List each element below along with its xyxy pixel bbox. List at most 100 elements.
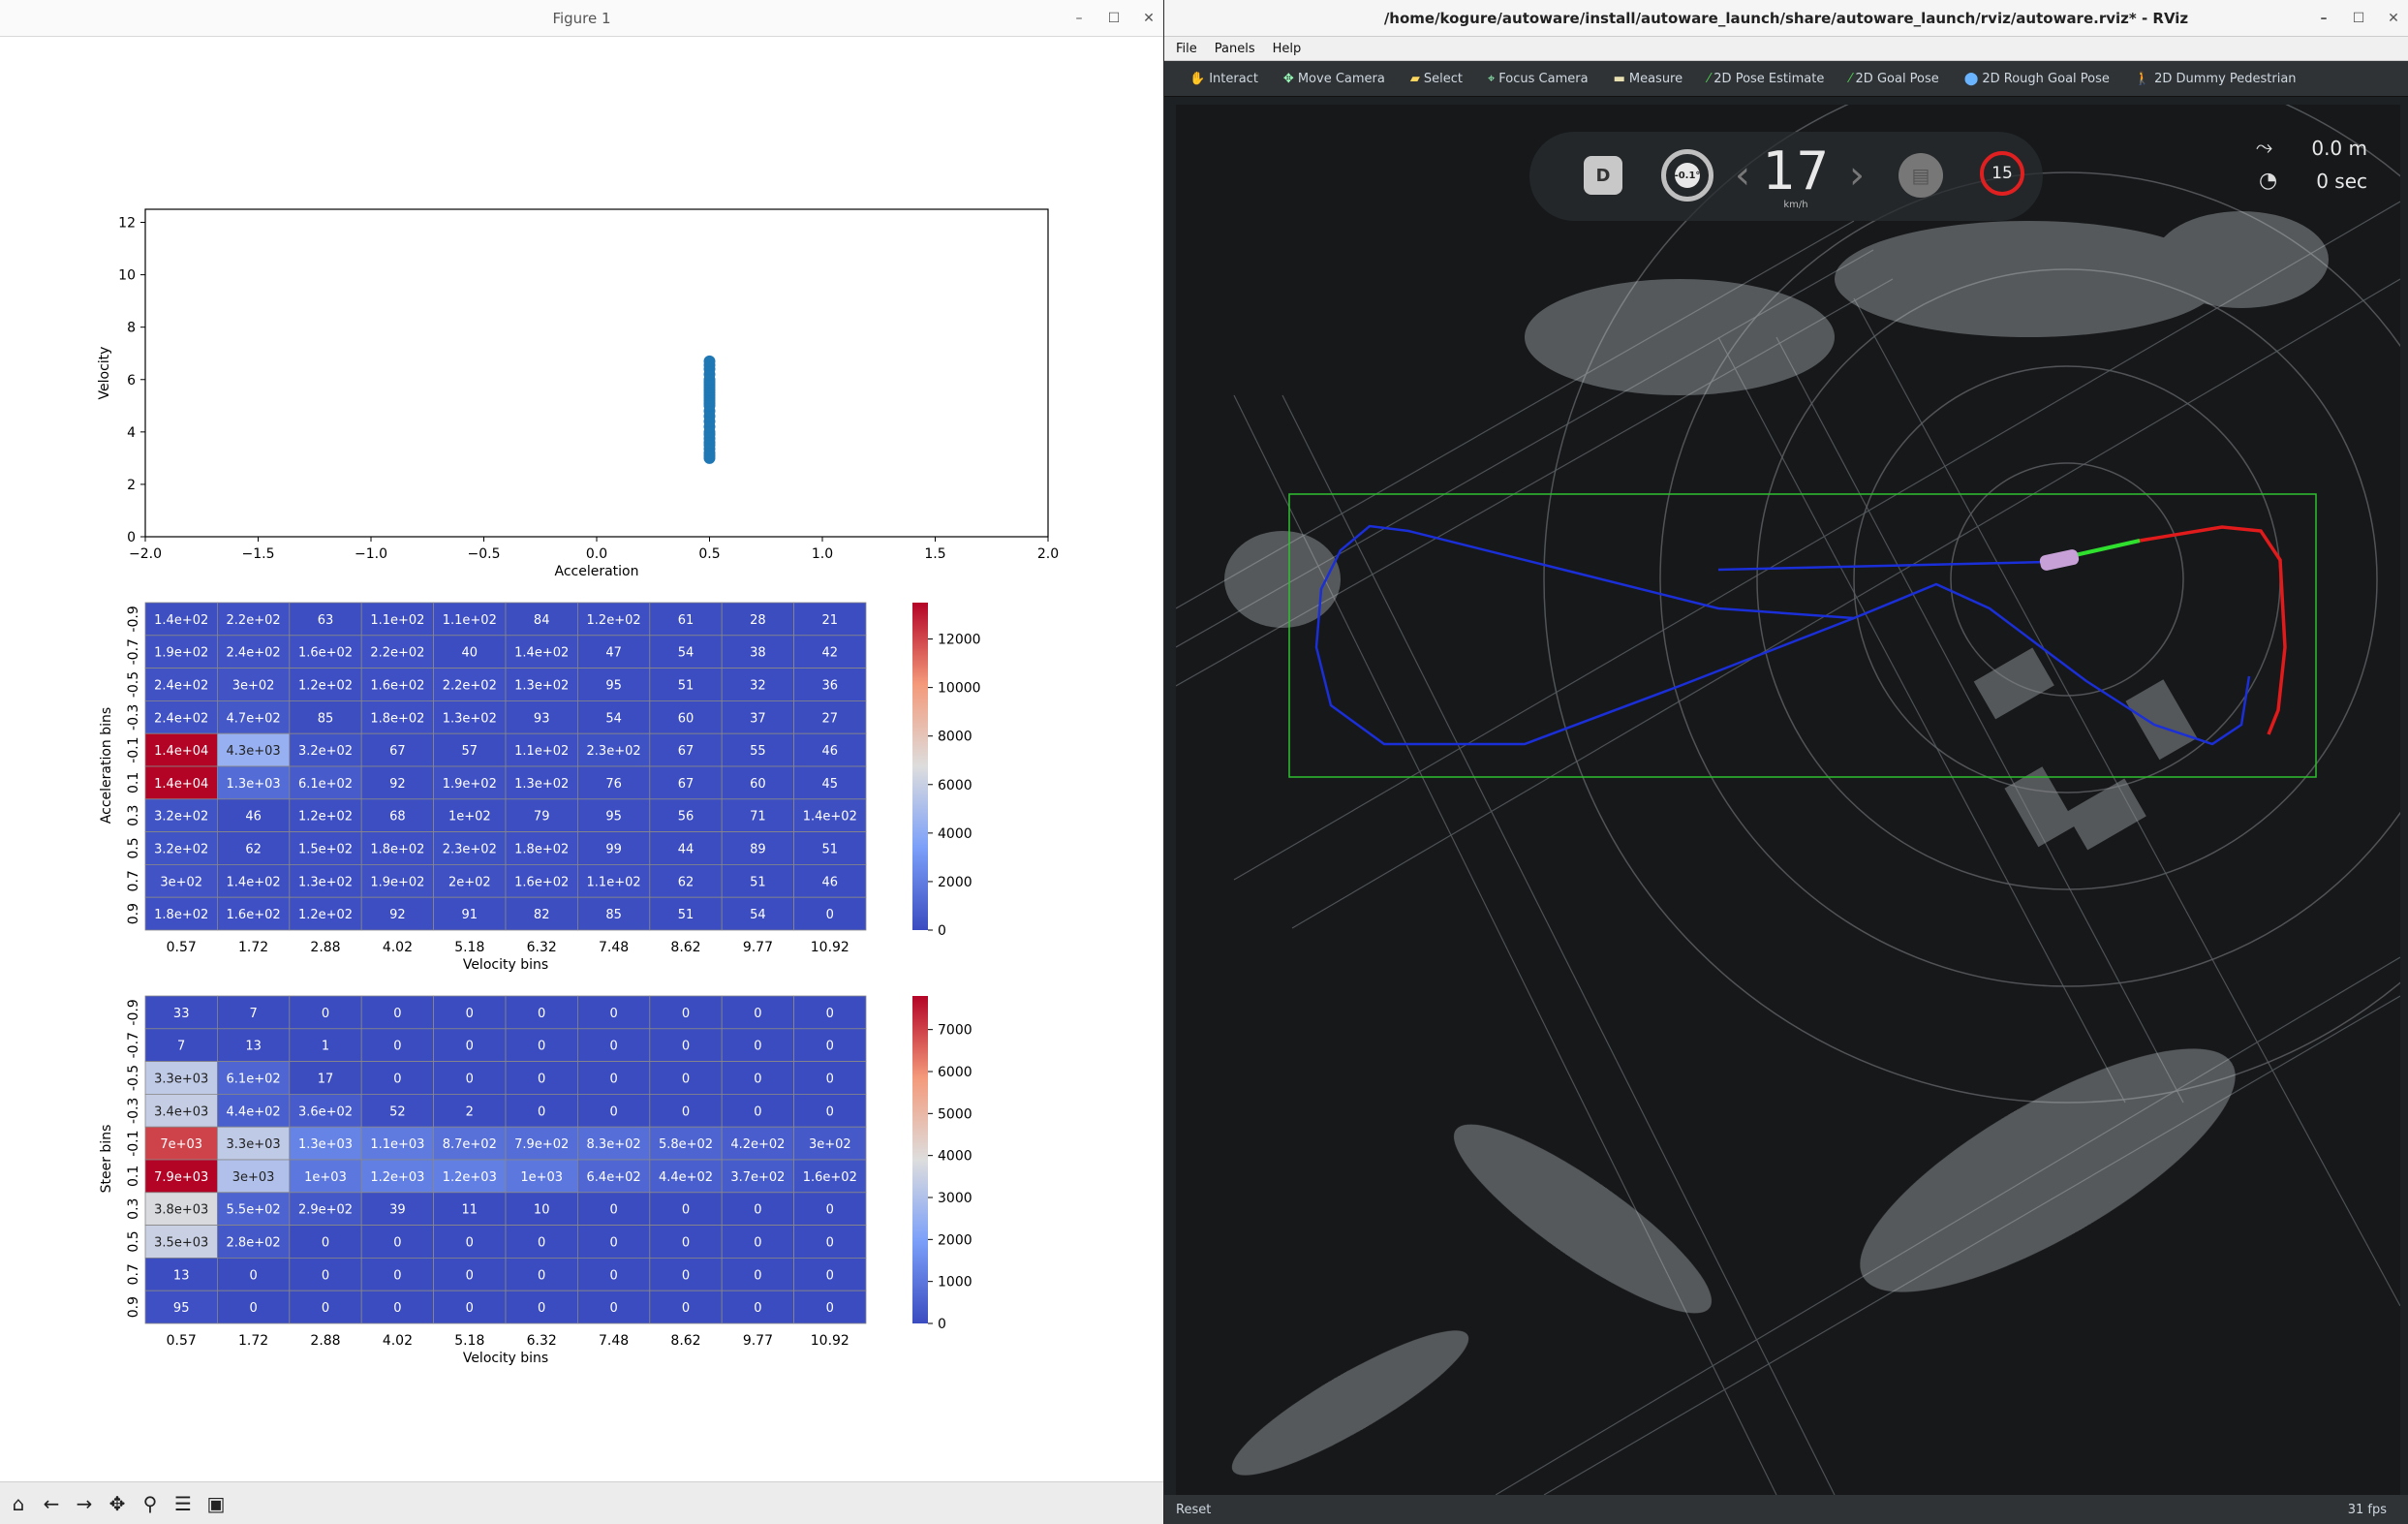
heatmap-cell-label: 4.4e+02 [227,1104,281,1119]
traffic-light-icon: ▤ [1899,153,1943,198]
home-icon[interactable]: ⌂ [4,1489,33,1518]
figure-canvas: −2.0 −1.5 −1.0 −0.5 0.0 0.5 1.0 1.5 2.0 02468101… [97,208,1059,1366]
tool-label: 2D Rough Goal Pose [1982,71,2110,86]
maximize-icon[interactable]: ☐ [1107,11,1121,26]
heatmap-cell-label: 1.3e+02 [443,711,497,726]
x-tick-label: 1.5 [924,546,945,562]
minimize-icon[interactable]: – [2317,11,2331,26]
heatmap-y-tick-label: -0.5 [126,671,141,698]
heatmap-cell-label: 7.9e+03 [154,1170,208,1185]
x-tick-label: −0.5 [468,546,501,562]
x-tick-label: −1.5 [242,546,275,562]
heatmap-cell-label: 1.2e+02 [298,810,353,824]
menu-file[interactable]: File [1176,42,1197,56]
tool-measure[interactable]: ▬ Measure [1614,72,1683,86]
heatmap-cell-label: 0 [249,1268,257,1283]
heatmap-cell-label: 54 [678,646,695,661]
heatmap-cell-label: 6.1e+02 [298,777,353,792]
close-icon[interactable]: ✕ [1142,11,1156,26]
colorbar-tick-label: 8000 [938,730,972,745]
heatmap-cell-label: 38 [750,646,766,661]
zoom-icon[interactable]: ⚲ [136,1489,165,1518]
heatmap-cell-label: 1.2e+02 [298,908,353,922]
heatmap-cell-label: 2.4e+02 [154,679,208,694]
reset-button[interactable]: Reset [1176,1503,1211,1517]
rviz-window-controls: – ☐ ✕ [2317,0,2400,36]
heatmap-cell-label: 1.6e+02 [227,908,281,922]
heatmap-cell-label: 0 [393,1040,401,1054]
minimize-icon[interactable]: – [1072,11,1086,26]
3d-viewport[interactable]: D -0.1° ‹ 17 km/h › ▤ 15 ⤳ 0.0 m ◔ 0 sec [1176,105,2400,1495]
tool-label: Focus Camera [1498,71,1589,86]
tool-interact[interactable]: ✋ Interact [1189,72,1258,86]
tool-2d-pose-estimate[interactable]: ⁄ 2D Pose Estimate [1708,72,1824,86]
heatmap-cell-label: 5.5e+02 [227,1203,281,1218]
rviz-title: /home/kogure/autoware/install/autoware_l… [1383,9,2189,27]
tool-2d-dummy-pedestrian[interactable]: 🚶 2D Dummy Pedestrian [2135,72,2297,86]
heatmap-cell-label: 0 [754,1007,761,1021]
heatmap-cell-label: 1.6e+02 [514,875,569,889]
heatmap-y-tick-label: -0.7 [126,638,141,665]
timer-icon: ◔ [2258,169,2278,193]
heatmap-cell-label: 1.1e+02 [587,875,641,889]
heatmap-cell-label: 2.3e+02 [587,744,641,759]
heatmap-cell-label: 0 [682,1203,690,1218]
heatmap-cell-label: 5.8e+02 [659,1137,713,1152]
heatmap-cell-label: 79 [534,810,550,824]
colorbar-tick-label: 0 [938,1317,946,1332]
scatter-ylabel: Velocity [97,347,112,400]
heatmap-cell-label: 0 [609,1007,617,1021]
configure-subplots-icon[interactable]: ☰ [169,1489,198,1518]
colorbar-tick-label: 12000 [938,633,981,648]
y-tick-label: 6 [127,373,136,389]
heatmap-cell-label: 0 [609,1104,617,1119]
colorbar-tick-label: 0 [938,923,946,939]
heatmap-cell-label: 2.8e+02 [227,1236,281,1251]
heatmap-cell-label: 95 [605,810,622,824]
heatmap-cell-label: 0 [826,1203,834,1218]
heatmap-cell-label: 0 [682,1268,690,1283]
heatmap-cell-label: 0 [322,1007,329,1021]
save-icon[interactable]: ▣ [201,1489,231,1518]
heatmap-cell-label: 7 [177,1040,185,1054]
vehicle-hud: D -0.1° ‹ 17 km/h › ▤ 15 [1529,132,2043,221]
y-tick-label: 12 [118,216,136,232]
colorbar-tick-label: 7000 [938,1023,972,1039]
tool-2d-rough-goal-pose[interactable]: ⬤ 2D Rough Goal Pose [1964,72,2110,86]
heatmap-cell-label: 1.1e+02 [514,744,569,759]
heatmap-cell-label: 40 [462,646,479,661]
colorbar-tick-label: 1000 [938,1275,972,1291]
tool-move-camera[interactable]: ✥ Move Camera [1283,72,1385,86]
colorbar-tick-label: 6000 [938,1065,972,1080]
forward-arrow-icon[interactable]: → [70,1489,99,1518]
back-arrow-icon[interactable]: ← [37,1489,66,1518]
menu-help[interactable]: Help [1273,42,1302,56]
pan-icon[interactable]: ✥ [103,1489,132,1518]
heatmap-cell-label: 0 [322,1301,329,1316]
tool-2d-goal-pose[interactable]: ⁄ 2D Goal Pose [1849,72,1938,86]
heatmap-cell-label: 0 [393,1268,401,1283]
heatmap-cell-label: 1.6e+02 [370,679,424,694]
close-icon[interactable]: ✕ [2387,11,2400,26]
tool-focus-camera[interactable]: ⌖ Focus Camera [1488,72,1589,86]
heatmap-cell-label: 0 [682,1301,690,1316]
heatmap-x-tick-label: 5.18 [454,1333,484,1349]
heatmap-y-tick-label: -0.9 [126,606,141,632]
menu-panels[interactable]: Panels [1215,42,1255,56]
heatmap-cell-label: 0 [538,1268,545,1283]
heatmap-x-tick-label: 0.57 [167,1333,197,1349]
colorbar-tick-label: 6000 [938,778,972,793]
heatmap-cell-label: 6.4e+02 [587,1170,641,1185]
heatmap-cell-label: 27 [822,711,839,726]
heatmap-cell-label: 0 [609,1301,617,1316]
heatmap-cell-label: 3.7e+02 [730,1170,785,1185]
heatmap-cell-label: 1.9e+02 [443,777,497,792]
heatmap-cell-label: 11 [462,1203,479,1218]
heatmap-cell-label: 3e+02 [160,875,202,889]
figure-window-controls: – ☐ ✕ [1072,0,1156,36]
tool-select[interactable]: ▰ Select [1410,72,1463,86]
heatmap-x-tick-label: 7.48 [599,940,629,955]
heatmap-cell-label: 1e+03 [520,1170,563,1185]
heatmap-cell-label: 0 [538,1236,545,1251]
maximize-icon[interactable]: ☐ [2352,11,2365,26]
